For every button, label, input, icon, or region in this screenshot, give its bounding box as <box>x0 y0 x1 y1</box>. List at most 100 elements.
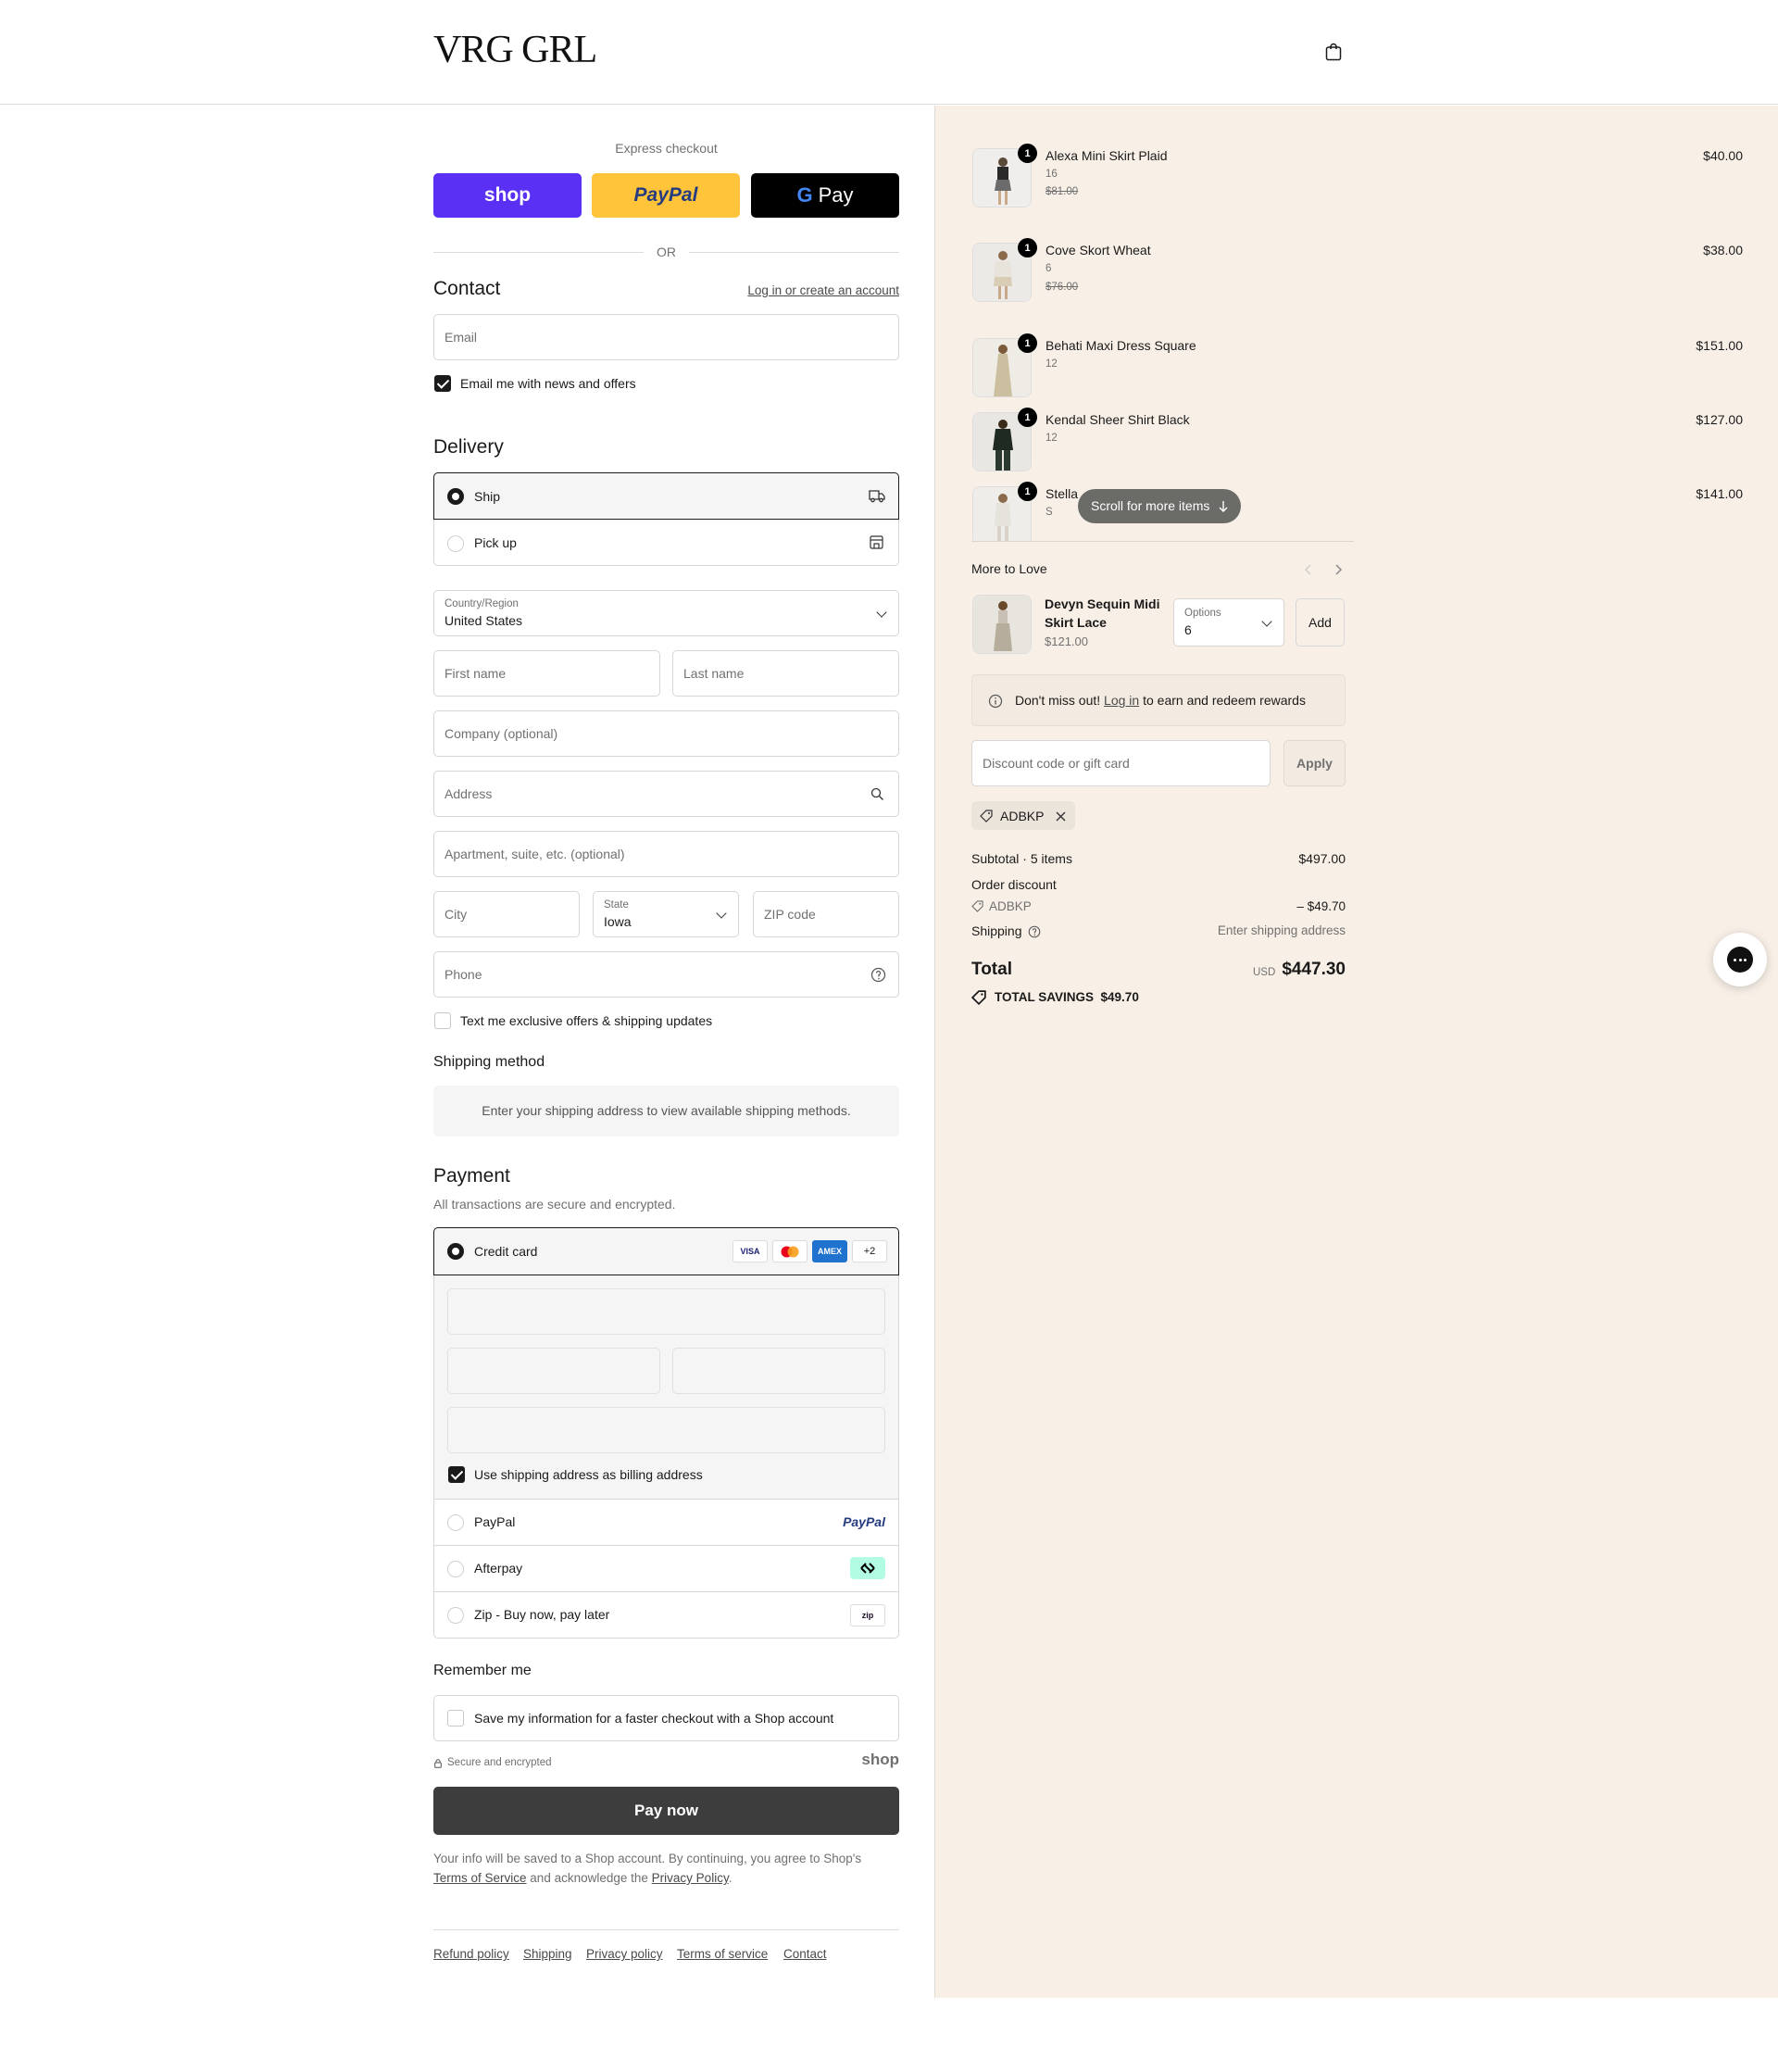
first-name-placeholder: First name <box>444 666 507 681</box>
upsell-add-button[interactable]: Add <box>1296 598 1345 647</box>
privacy-policy-footer-link[interactable]: Privacy policy <box>586 1947 663 1961</box>
apply-discount-button[interactable]: Apply <box>1283 740 1346 786</box>
zip-radio[interactable] <box>447 1607 464 1624</box>
chevron-down-icon <box>716 908 727 919</box>
total-label: Total <box>971 960 1012 979</box>
terms-of-service-footer-link[interactable]: Terms of service <box>677 1947 768 1961</box>
login-link[interactable]: Log in or create an account <box>747 283 899 297</box>
ship-radio[interactable] <box>447 488 464 505</box>
search-icon <box>870 787 883 800</box>
company-field[interactable]: Company (optional) <box>433 710 899 757</box>
paypal-radio[interactable] <box>447 1514 464 1531</box>
chevron-left-icon[interactable] <box>1304 563 1313 576</box>
ship-option[interactable]: Ship <box>433 472 899 520</box>
afterpay-option[interactable]: Afterpay <box>434 1546 898 1592</box>
shopping-bag-icon[interactable] <box>1325 43 1342 61</box>
legal-end: . <box>728 1871 732 1885</box>
zip-field[interactable]: ZIP code <box>753 891 899 937</box>
store-icon <box>870 535 883 549</box>
pickup-radio[interactable] <box>447 535 464 552</box>
contact-link[interactable]: Contact <box>783 1947 827 1961</box>
upsell-thumbnail <box>972 595 1032 654</box>
paypal-option[interactable]: PayPal PayPal <box>434 1500 898 1546</box>
legal-mid: and acknowledge the <box>530 1871 648 1885</box>
apartment-field[interactable]: Apartment, suite, etc. (optional) <box>433 831 899 877</box>
discount-code-field[interactable]: Discount code or gift card <box>971 740 1271 786</box>
remember-box: Save my information for a faster checkou… <box>433 1695 899 1741</box>
brand-logo[interactable]: VRG GRL <box>433 28 597 72</box>
arrow-down-icon <box>1219 501 1228 512</box>
sms-label: Text me exclusive offers & shipping upda… <box>460 1013 713 1028</box>
tag-icon <box>971 900 983 912</box>
pay-now-button[interactable]: Pay now <box>433 1787 899 1835</box>
amex-icon: AMEX <box>812 1240 847 1262</box>
discount-value: – $49.70 <box>1296 899 1346 913</box>
paypal-express-button[interactable]: PayPal <box>592 173 740 218</box>
phone-field[interactable]: Phone <box>433 951 899 998</box>
news-checkbox[interactable] <box>434 375 451 392</box>
cart-list-divider <box>971 541 1354 542</box>
country-value: United States <box>444 613 523 628</box>
or-divider: OR <box>433 243 899 261</box>
state-select[interactable]: State Iowa <box>593 891 739 937</box>
pickup-label: Pick up <box>474 535 517 550</box>
city-placeholder: City <box>444 907 468 922</box>
chevron-right-icon[interactable] <box>1334 563 1343 576</box>
product-name: Behati Maxi Dress Square <box>1046 338 1196 353</box>
sms-checkbox[interactable] <box>434 1012 451 1029</box>
help-icon[interactable] <box>870 967 886 983</box>
privacy-policy-link[interactable]: Privacy Policy <box>652 1871 729 1885</box>
first-name-field[interactable]: First name <box>433 650 660 697</box>
product-variant: 16 <box>1046 169 1058 180</box>
discount-code-text: ADBKP <box>1000 809 1045 823</box>
footer-divider <box>433 1929 899 1930</box>
rewards-login-link[interactable]: Log in <box>1104 693 1139 708</box>
zip-logo: zip <box>850 1604 885 1626</box>
zip-option[interactable]: Zip - Buy now, pay later zip <box>434 1592 898 1639</box>
cart-item-clip: 1 Stella S $141.00 <box>935 481 1778 542</box>
card-cvv-field[interactable] <box>672 1348 885 1394</box>
visa-icon: VISA <box>732 1240 768 1262</box>
site-header: VRG GRL <box>0 0 1778 105</box>
google-pay-button[interactable]: G Pay <box>751 173 899 218</box>
product-price: $141.00 <box>1696 486 1743 501</box>
help-icon[interactable] <box>1028 925 1041 938</box>
terms-of-service-link[interactable]: Terms of Service <box>433 1871 527 1885</box>
city-field[interactable]: City <box>433 891 580 937</box>
country-select[interactable]: Country/Region United States <box>433 590 899 636</box>
card-details-panel: Use shipping address as billing address <box>434 1275 898 1500</box>
upsell-price: $121.00 <box>1045 634 1088 648</box>
pickup-option[interactable]: Pick up <box>434 521 898 566</box>
shipping-link[interactable]: Shipping <box>523 1947 572 1961</box>
google-g-icon: G <box>796 183 813 207</box>
scroll-more-pill[interactable]: Scroll for more items <box>1078 489 1241 523</box>
order-discount-label: Order discount <box>971 877 1057 892</box>
apartment-placeholder: Apartment, suite, etc. (optional) <box>444 847 625 861</box>
contact-title: Contact <box>433 278 501 299</box>
card-number-field[interactable] <box>447 1288 885 1335</box>
card-expiry-field[interactable] <box>447 1348 660 1394</box>
billing-checkbox[interactable] <box>448 1466 465 1483</box>
close-icon[interactable] <box>1056 811 1066 822</box>
credit-card-radio[interactable] <box>447 1243 464 1260</box>
card-name-field[interactable] <box>447 1407 885 1453</box>
remember-label: Save my information for a faster checkou… <box>474 1711 834 1726</box>
savings-label: TOTAL SAVINGS <box>995 990 1095 1004</box>
quantity-badge: 1 <box>1018 333 1037 353</box>
email-field[interactable]: Email <box>433 314 899 360</box>
chat-launcher[interactable] <box>1713 933 1767 986</box>
upsell-options-select[interactable]: Options 6 <box>1173 598 1284 647</box>
remember-checkbox[interactable] <box>447 1710 464 1727</box>
credit-card-label: Credit card <box>474 1244 538 1259</box>
mastercard-icon <box>772 1240 808 1262</box>
afterpay-radio[interactable] <box>447 1561 464 1577</box>
credit-card-option[interactable]: Credit card VISA AMEX +2 <box>433 1227 899 1275</box>
upsell-product-name: Devyn Sequin Midi Skirt Lace <box>1045 596 1160 630</box>
afterpay-logo-icon <box>850 1557 885 1579</box>
news-label: Email me with news and offers <box>460 376 636 391</box>
shop-pay-button[interactable]: shop <box>433 173 582 218</box>
address-field[interactable]: Address <box>433 771 899 817</box>
country-label: Country/Region <box>444 598 519 609</box>
refund-policy-link[interactable]: Refund policy <box>433 1947 509 1961</box>
last-name-field[interactable]: Last name <box>672 650 899 697</box>
